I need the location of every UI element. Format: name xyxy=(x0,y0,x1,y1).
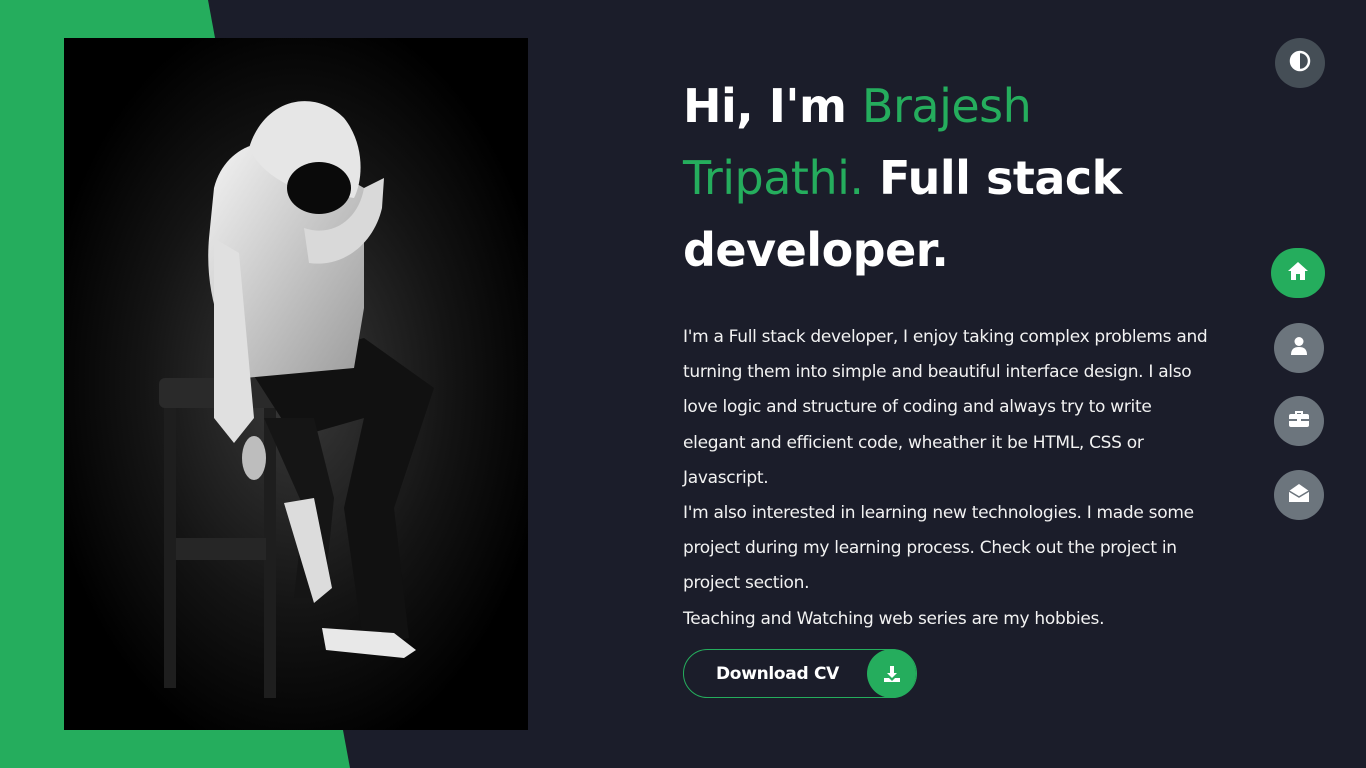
bio-paragraph-1: I'm a Full stack developer, I enjoy taki… xyxy=(683,327,1208,488)
download-icon xyxy=(867,649,916,698)
nav-contact-button[interactable] xyxy=(1274,470,1324,520)
profile-photo xyxy=(64,38,528,730)
name-first: Brajesh xyxy=(861,79,1032,133)
hero-content: Hi, I'm Brajesh Tripathi. Full stack devel… xyxy=(683,70,1223,637)
hero-headline: Hi, I'm Brajesh Tripathi. Full stack devel… xyxy=(683,70,1223,286)
role-text-line1: Full stack xyxy=(863,151,1122,205)
nav-about-button[interactable] xyxy=(1274,323,1324,373)
name-last: Tripathi. xyxy=(683,151,864,205)
briefcase-icon xyxy=(1288,410,1310,432)
role-text-line2: developer. xyxy=(683,223,949,277)
user-icon xyxy=(1290,336,1308,360)
theme-toggle-button[interactable] xyxy=(1275,38,1325,88)
home-icon xyxy=(1287,261,1309,285)
bio-paragraph-3: Teaching and Watching web series are my … xyxy=(683,608,1105,629)
home-page: Hi, I'm Brajesh Tripathi. Full stack devel… xyxy=(0,0,1366,768)
contrast-icon xyxy=(1289,50,1311,76)
download-cv-button[interactable]: Download CV xyxy=(683,649,917,698)
nav-home-button[interactable] xyxy=(1271,248,1325,298)
bio-paragraph-2: I'm also interested in learning new tech… xyxy=(683,503,1194,594)
greeting-text: Hi, I'm xyxy=(683,79,862,133)
bio: I'm a Full stack developer, I enjoy taki… xyxy=(683,320,1213,637)
envelope-open-icon xyxy=(1288,483,1310,507)
download-cv-label: Download CV xyxy=(716,663,839,684)
nav-portfolio-button[interactable] xyxy=(1274,396,1324,446)
